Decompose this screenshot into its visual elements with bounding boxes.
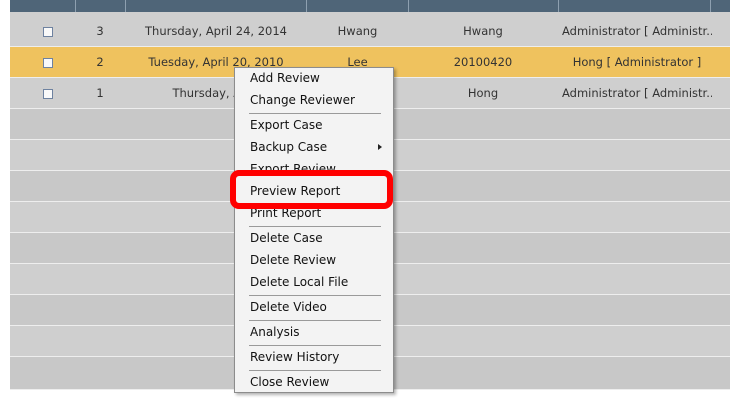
row-checkbox[interactable] [43,89,53,99]
menu-item-close-review[interactable]: Close Review [250,372,390,392]
menu-separator [249,320,381,321]
menu-separator [249,345,381,346]
menu-item-backup-case[interactable]: Backup Case [250,137,390,157]
menu-item-review-history[interactable]: Review History [250,347,390,367]
menu-separator [249,370,381,371]
row-date: Thursday, April 24, 2014 [145,24,287,38]
menu-item-delete-local-file[interactable]: Delete Local File [250,272,390,292]
header-separator [75,0,76,12]
row-number: 1 [96,86,104,100]
row-name: Hwang [337,24,378,38]
header-separator [306,0,307,12]
menu-separator [249,226,381,227]
row-checkbox[interactable] [43,58,53,68]
highlight-annotation [230,170,393,209]
row-number: 2 [96,55,104,69]
menu-item-label: Backup Case [250,140,328,154]
row-reviewer: Hong [ Administrator ] [572,55,702,69]
row-reviewer: Administrator [ Administr... [562,24,712,38]
menu-item-delete-review[interactable]: Delete Review [250,250,390,270]
context-menu: Add Review Change Reviewer Export Case B… [234,67,394,393]
menu-separator [249,295,381,296]
menu-item-delete-case[interactable]: Delete Case [250,228,390,248]
table-row[interactable]: 3 Thursday, April 24, 2014 Hwang Hwang A… [10,16,730,47]
menu-item-add-review[interactable]: Add Review [250,68,390,88]
menu-item-delete-video[interactable]: Delete Video [250,297,390,317]
header-separator [408,0,409,12]
submenu-arrow-icon [378,144,382,150]
header-separator [558,0,559,12]
menu-item-analysis[interactable]: Analysis [250,322,390,342]
row-number: 3 [96,24,104,38]
menu-item-change-reviewer[interactable]: Change Reviewer [250,90,390,110]
header-separator [710,0,711,12]
menu-item-export-case[interactable]: Export Case [250,115,390,135]
row-id: Hwang [463,24,503,38]
header-separator [125,0,126,12]
row-checkbox[interactable] [43,27,53,37]
menu-separator [249,113,381,114]
header-bar [10,0,730,12]
row-reviewer: Administrator [ Administr... [562,86,712,100]
row-id: Hong [467,86,499,100]
row-id: 20100420 [453,55,513,69]
